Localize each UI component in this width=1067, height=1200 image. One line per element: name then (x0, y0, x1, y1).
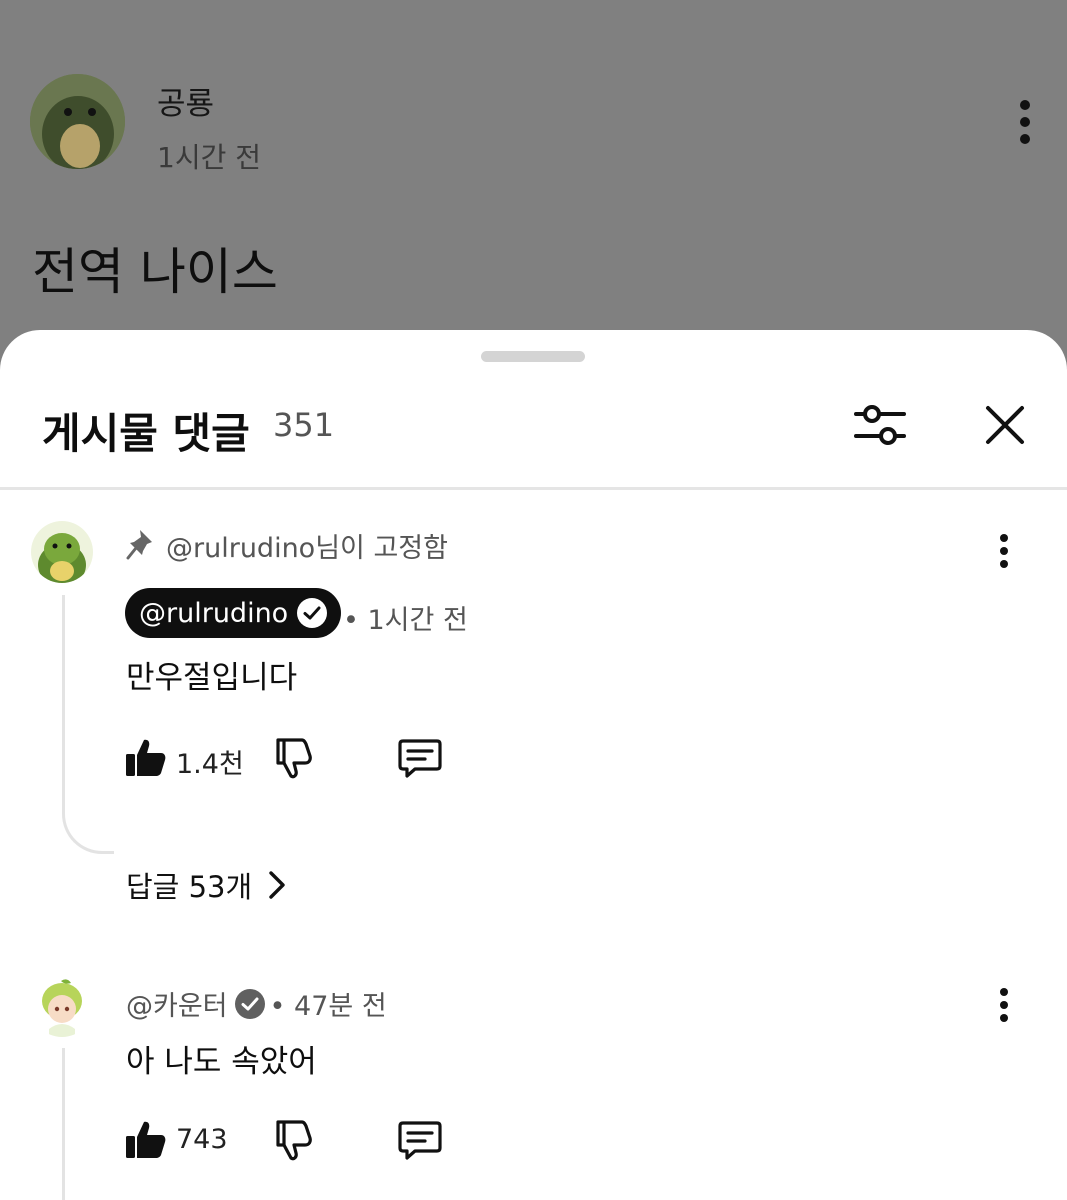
verified-icon (297, 598, 328, 628)
comment-count: 351 (273, 406, 335, 444)
post-title: 전역 나이스 (32, 243, 278, 301)
like-icon[interactable] (124, 1118, 168, 1162)
dislike-icon[interactable] (270, 736, 314, 780)
comment-author[interactable]: @카운터 (126, 984, 228, 1023)
pinned-indicator: @rulrudino님이 고정함 (126, 525, 448, 565)
sort-filter-icon[interactable] (852, 398, 908, 454)
comment-actions: 743 (124, 1118, 454, 1168)
comment-text: 만우절입니다 (126, 660, 298, 696)
comment-avatar[interactable] (31, 521, 93, 583)
post-author-name[interactable]: 공룡 (157, 78, 214, 123)
like-count: 1.4천 (176, 749, 244, 780)
sheet-drag-handle[interactable] (481, 351, 585, 362)
thread-line (62, 595, 65, 805)
pinned-label: @rulrudino님이 고정함 (166, 532, 448, 564)
comment-more-icon[interactable] (994, 988, 1014, 1028)
comment-avatar[interactable] (31, 975, 93, 1037)
pin-icon (126, 530, 152, 560)
like-icon[interactable] (124, 736, 168, 780)
comment-time: • 1시간 전 (343, 605, 468, 636)
comment-author-row: @카운터 • 47분 전 (126, 984, 387, 1023)
comment-actions: 1.4천 (124, 736, 454, 786)
comment-text: 아 나도 속았어 (126, 1044, 317, 1080)
like-count: 743 (176, 1124, 228, 1155)
post-header: 공룡 1시간 전 (30, 74, 1040, 174)
replies-label: 답글 53개 (126, 870, 253, 904)
post-more-icon[interactable] (1010, 100, 1040, 144)
reply-icon[interactable] (398, 1118, 442, 1162)
thread-line (62, 1048, 65, 1200)
dislike-icon[interactable] (270, 1118, 314, 1162)
chevron-right-icon (269, 871, 285, 899)
creator-author-chip[interactable]: @rulrudino (125, 588, 342, 638)
post-time: 1시간 전 (157, 141, 261, 174)
comment-time: • 47분 전 (269, 991, 387, 1022)
view-replies-button[interactable]: 답글 53개 (126, 864, 288, 906)
post-author-avatar[interactable] (30, 74, 125, 169)
header-divider (0, 487, 1067, 490)
sheet-title: 게시물 댓글 (42, 409, 250, 458)
comment-author: @rulrudino (139, 597, 289, 629)
reply-icon[interactable] (398, 736, 442, 780)
verified-icon (234, 988, 265, 1019)
comment-more-icon[interactable] (994, 534, 1014, 574)
close-icon[interactable] (982, 402, 1028, 448)
